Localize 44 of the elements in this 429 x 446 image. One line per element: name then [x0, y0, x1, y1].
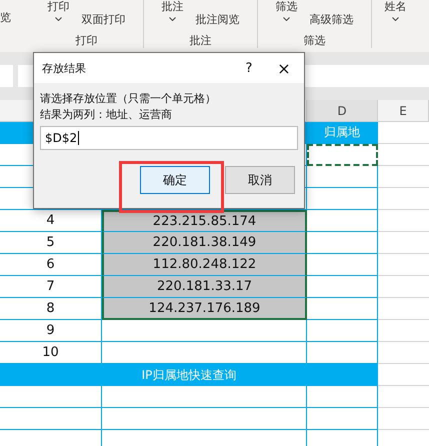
table-cell — [307, 232, 378, 254]
table-cell — [307, 254, 378, 276]
help-button[interactable]: ? — [234, 60, 264, 76]
table-cell — [307, 276, 378, 298]
prompt-text: 请选择存放位置（只需一个单元格） — [40, 91, 217, 107]
ribbon-button[interactable]: 双面打印 — [82, 12, 126, 27]
table-cell — [307, 408, 378, 430]
caret-icon[interactable] — [55, 17, 62, 21]
ribbon-button[interactable]: 打印 — [48, 0, 70, 14]
column-header[interactable]: E — [378, 100, 429, 121]
ribbon-button[interactable]: 姓名 — [384, 0, 406, 14]
dialog-button[interactable]: 确定 — [140, 166, 210, 194]
close-button[interactable]: × — [264, 58, 304, 78]
ribbon-button[interactable]: 高级筛选 — [310, 12, 354, 27]
ribbon-button[interactable]: 览 — [0, 10, 11, 25]
table-cell — [307, 188, 378, 210]
dialog-button[interactable]: 取消 — [225, 166, 295, 194]
table-cell — [307, 210, 378, 232]
group-label: 筛选 — [304, 33, 326, 48]
table-cell: 223.215.85.174 — [102, 210, 307, 232]
copy-marquee — [307, 144, 378, 166]
group-label: 打印 — [76, 33, 98, 48]
table-cell — [307, 386, 378, 408]
table-cell — [307, 320, 378, 342]
column-header[interactable]: D — [307, 100, 378, 121]
group-label: 批注 — [190, 33, 212, 48]
table-cell — [307, 166, 378, 188]
ribbon-button[interactable]: 批注 — [162, 0, 184, 14]
caret-icon[interactable] — [283, 17, 290, 21]
table-header-cell: 归属地 — [307, 122, 378, 144]
table-cell: 112.80.248.122 — [102, 254, 307, 276]
ribbon-button[interactable]: 筛选 — [276, 0, 298, 14]
ribbon-button[interactable]: 批注阅览 — [196, 12, 240, 27]
caret-icon[interactable] — [169, 17, 176, 21]
dialog-title: 存放结果 — [42, 60, 87, 76]
table-cell: 220.181.33.17 — [102, 276, 307, 298]
prompt-text: 结果为两列：地址、运营商 — [40, 107, 173, 123]
table-cell: 220.181.38.149 — [102, 232, 307, 254]
title-bar: IP归属地快速查询 — [0, 364, 378, 386]
table-cell: 9 — [0, 320, 102, 342]
caret-icon[interactable] — [392, 17, 399, 21]
table-cell — [307, 298, 378, 320]
input-field[interactable]: $D$2 — [40, 126, 298, 150]
table-cell: 124.237.176.189 — [102, 298, 307, 320]
